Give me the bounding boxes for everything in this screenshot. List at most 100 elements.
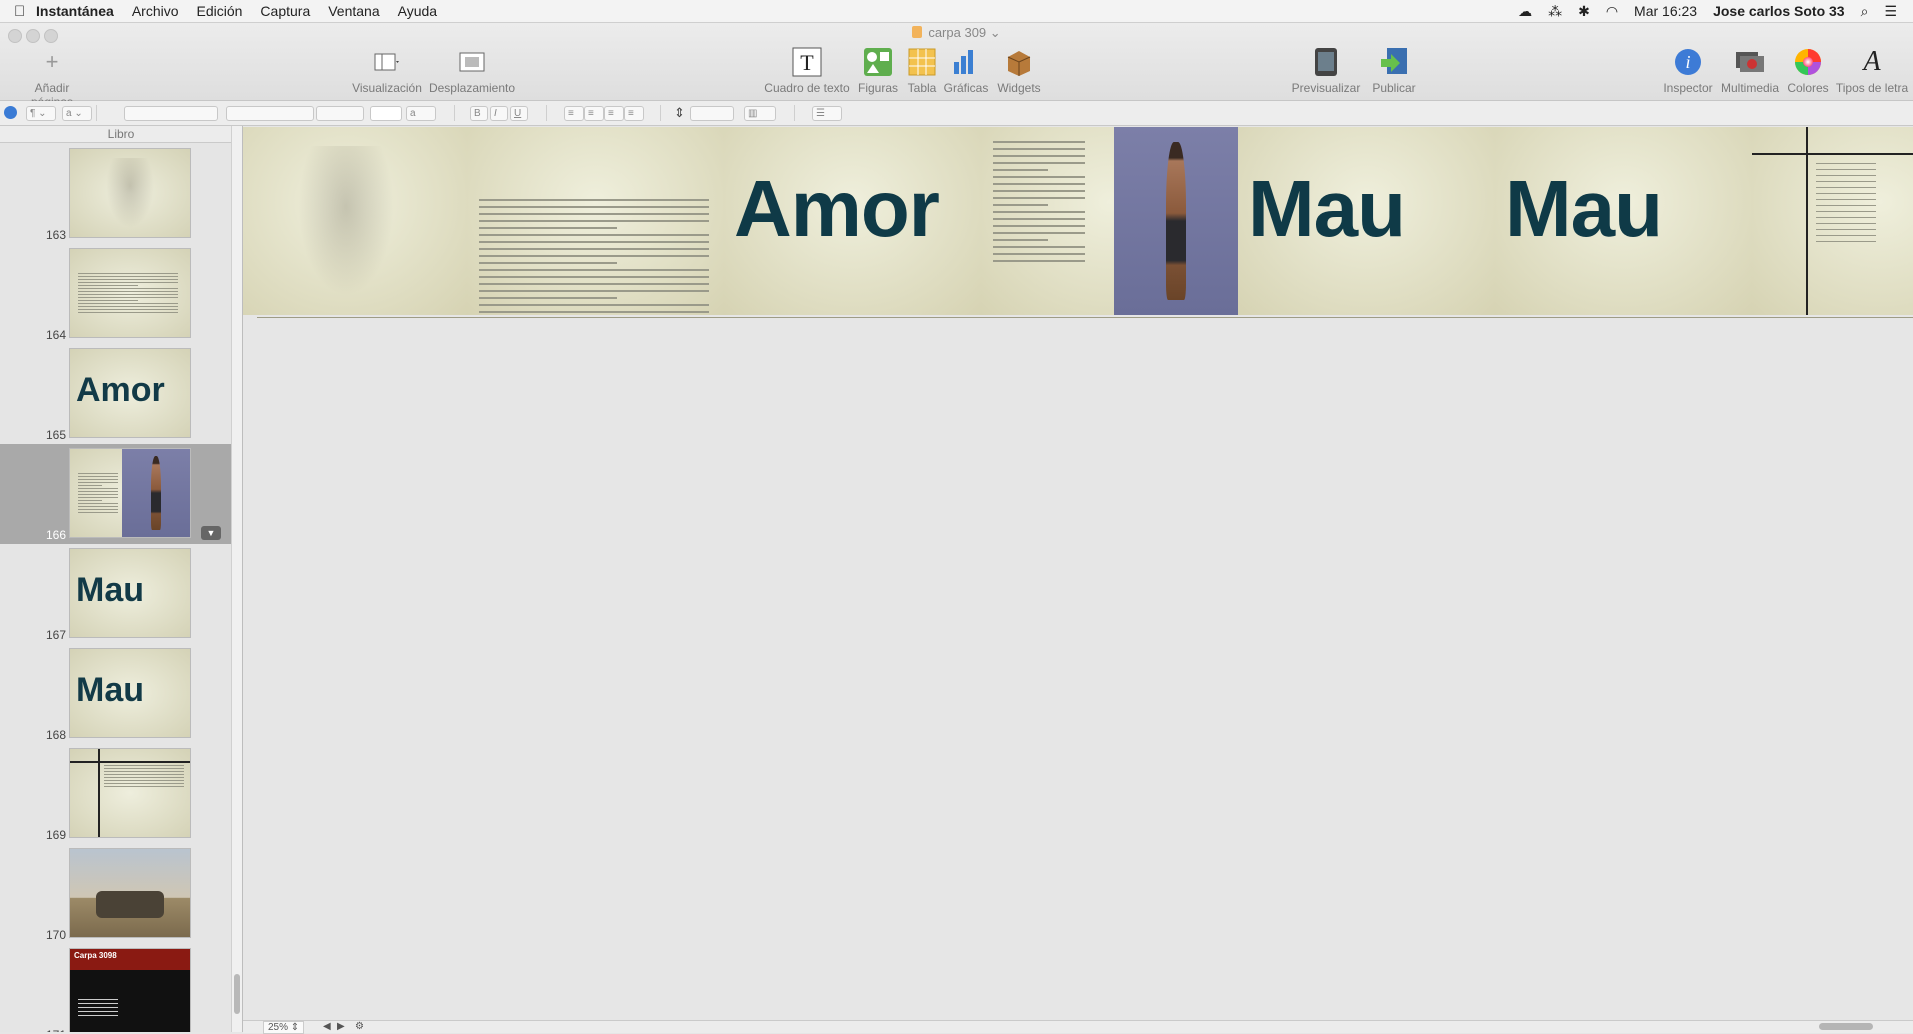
action-gear-icon[interactable]: ⚙: [355, 1021, 364, 1032]
sidebar-page-164[interactable]: 164: [0, 244, 242, 344]
divider: [794, 105, 795, 121]
align-left-button[interactable]: ≡: [564, 106, 584, 121]
text-line: [104, 780, 184, 781]
menu-archivo[interactable]: Archivo: [132, 3, 179, 19]
menu-ayuda[interactable]: Ayuda: [398, 3, 437, 19]
wifi-icon[interactable]: ◠: [1606, 3, 1618, 20]
page-title-word: Mau: [1248, 164, 1406, 253]
menu-edicion[interactable]: Edición: [197, 3, 243, 19]
publish-button[interactable]: Publicar: [1366, 47, 1422, 95]
page-thumbnail[interactable]: Mau: [69, 548, 191, 638]
underline-button[interactable]: U: [510, 106, 528, 121]
search-icon[interactable]: ⌕: [1861, 3, 1869, 20]
italic-button[interactable]: I: [490, 106, 508, 121]
bold-glyph: B: [474, 108, 481, 119]
page-thumbnail[interactable]: [69, 748, 191, 838]
text-line: [78, 506, 118, 507]
divider: [454, 105, 455, 121]
character-style-select[interactable]: a ⌄: [62, 106, 92, 121]
align-center-button[interactable]: ≡: [584, 106, 604, 121]
page-thumbnail[interactable]: Mau: [69, 648, 191, 738]
canvas-page[interactable]: [981, 127, 1239, 315]
canvas-page[interactable]: Amor: [724, 127, 982, 315]
preview-button[interactable]: Previsualizar: [1290, 47, 1362, 95]
sidebar-title: Libro: [107, 127, 135, 141]
book-canvas[interactable]: Amor Mau Mau: [243, 126, 1913, 1020]
window-title-text[interactable]: carpa 309: [928, 25, 986, 40]
window-toolbar: carpa 309 ⌄ + Añadir páginas Visualizaci…: [0, 23, 1913, 109]
canvas-page[interactable]: [243, 127, 468, 315]
align-right-button[interactable]: ≡: [604, 106, 624, 121]
canvas-page[interactable]: [1752, 127, 1913, 315]
font-style-select[interactable]: [226, 106, 314, 121]
page-thumbnail[interactable]: [69, 848, 191, 938]
page-thumbnail[interactable]: [69, 448, 191, 538]
scroll-button[interactable]: Desplazamiento: [428, 47, 516, 95]
bold-button[interactable]: B: [470, 106, 488, 121]
divider: [546, 105, 547, 121]
scrollbar-thumb[interactable]: [234, 974, 240, 1014]
paragraph-style-select[interactable]: ¶ ⌄: [26, 106, 56, 121]
page-menu-button[interactable]: ▼: [201, 526, 221, 540]
columns-select[interactable]: ▥: [744, 106, 776, 121]
canvas-page[interactable]: [467, 127, 725, 315]
add-pages-button[interactable]: + Añadir páginas: [12, 47, 92, 109]
fonts-button[interactable]: A Tipos de letra: [1834, 46, 1910, 95]
canvas-page[interactable]: Mau: [1238, 127, 1496, 315]
horizontal-rule: [70, 761, 190, 763]
line-spacing-select[interactable]: [690, 106, 734, 121]
inspector-button[interactable]: i Inspector: [1662, 47, 1714, 95]
page-title-word: Amor: [76, 371, 165, 409]
text-line: [479, 227, 617, 229]
menu-captura[interactable]: Captura: [260, 3, 310, 19]
page-thumbnail[interactable]: [69, 248, 191, 338]
highlight-color-well[interactable]: a: [406, 106, 436, 121]
text-color-well[interactable]: [370, 106, 402, 121]
table-button[interactable]: Tabla: [904, 47, 940, 95]
apple-icon[interactable]: : [14, 3, 36, 20]
menu-app[interactable]: Instantánea: [36, 3, 114, 19]
text-line: [78, 488, 118, 489]
underline-glyph: U: [514, 108, 522, 119]
prev-page-button[interactable]: ◀: [323, 1021, 331, 1032]
sidebar-page-166[interactable]: 166 ▼: [0, 444, 242, 544]
horizontal-scrollbar-thumb[interactable]: [1819, 1023, 1873, 1030]
next-page-button[interactable]: ▶: [337, 1021, 345, 1032]
list-style-select[interactable]: ☰: [812, 106, 842, 121]
widgets-button[interactable]: Widgets: [994, 47, 1044, 95]
font-family-select[interactable]: [124, 106, 218, 121]
font-size-select[interactable]: [316, 106, 364, 121]
media-button[interactable]: Multimedia: [1718, 47, 1782, 95]
colors-button[interactable]: Colores: [1784, 47, 1832, 95]
page-number: 164: [45, 328, 66, 342]
menu-ventana[interactable]: Ventana: [328, 3, 379, 19]
view-label: Visualización: [352, 81, 422, 95]
list-icon[interactable]: ☰: [1884, 3, 1897, 20]
sidebar-page-170[interactable]: 170: [0, 844, 242, 944]
textbox-button[interactable]: T Cuadro de texto: [764, 47, 850, 95]
user-name[interactable]: Jose carlos Soto 33: [1713, 3, 1845, 19]
clock[interactable]: Mar 16:23: [1634, 3, 1697, 19]
canvas-page[interactable]: Mau: [1495, 127, 1753, 315]
sidebar-page-169[interactable]: 169: [0, 744, 242, 844]
view-icon: [371, 47, 403, 77]
inspector-label: Inspector: [1663, 81, 1713, 95]
sidebar-page-167[interactable]: Mau 167: [0, 544, 242, 644]
justify-button[interactable]: ≡: [624, 106, 644, 121]
shapes-button[interactable]: Figuras: [856, 47, 900, 95]
view-button[interactable]: Visualización: [352, 47, 422, 95]
styles-icon[interactable]: [4, 106, 17, 119]
zoom-select[interactable]: 25% ⇕: [263, 1021, 305, 1034]
sidebar-page-171[interactable]: Carpa 3098 171: [0, 944, 242, 1032]
cloud-icon[interactable]: ☁: [1518, 3, 1532, 20]
page-thumbnail[interactable]: Carpa 3098: [69, 948, 191, 1032]
sidebar-page-168[interactable]: Mau 168: [0, 644, 242, 744]
charts-button[interactable]: Gráficas: [942, 47, 990, 95]
bluetooth-icon[interactable]: ✱: [1578, 3, 1590, 20]
sidebar-scrollbar[interactable]: [231, 126, 242, 1032]
page-thumbnail[interactable]: [69, 148, 191, 238]
sidebar-page-163[interactable]: 163: [0, 144, 242, 244]
sidebar-page-165[interactable]: Amor 165: [0, 344, 242, 444]
grid-icon[interactable]: ⁂: [1548, 3, 1562, 20]
page-thumbnail[interactable]: Amor: [69, 348, 191, 438]
